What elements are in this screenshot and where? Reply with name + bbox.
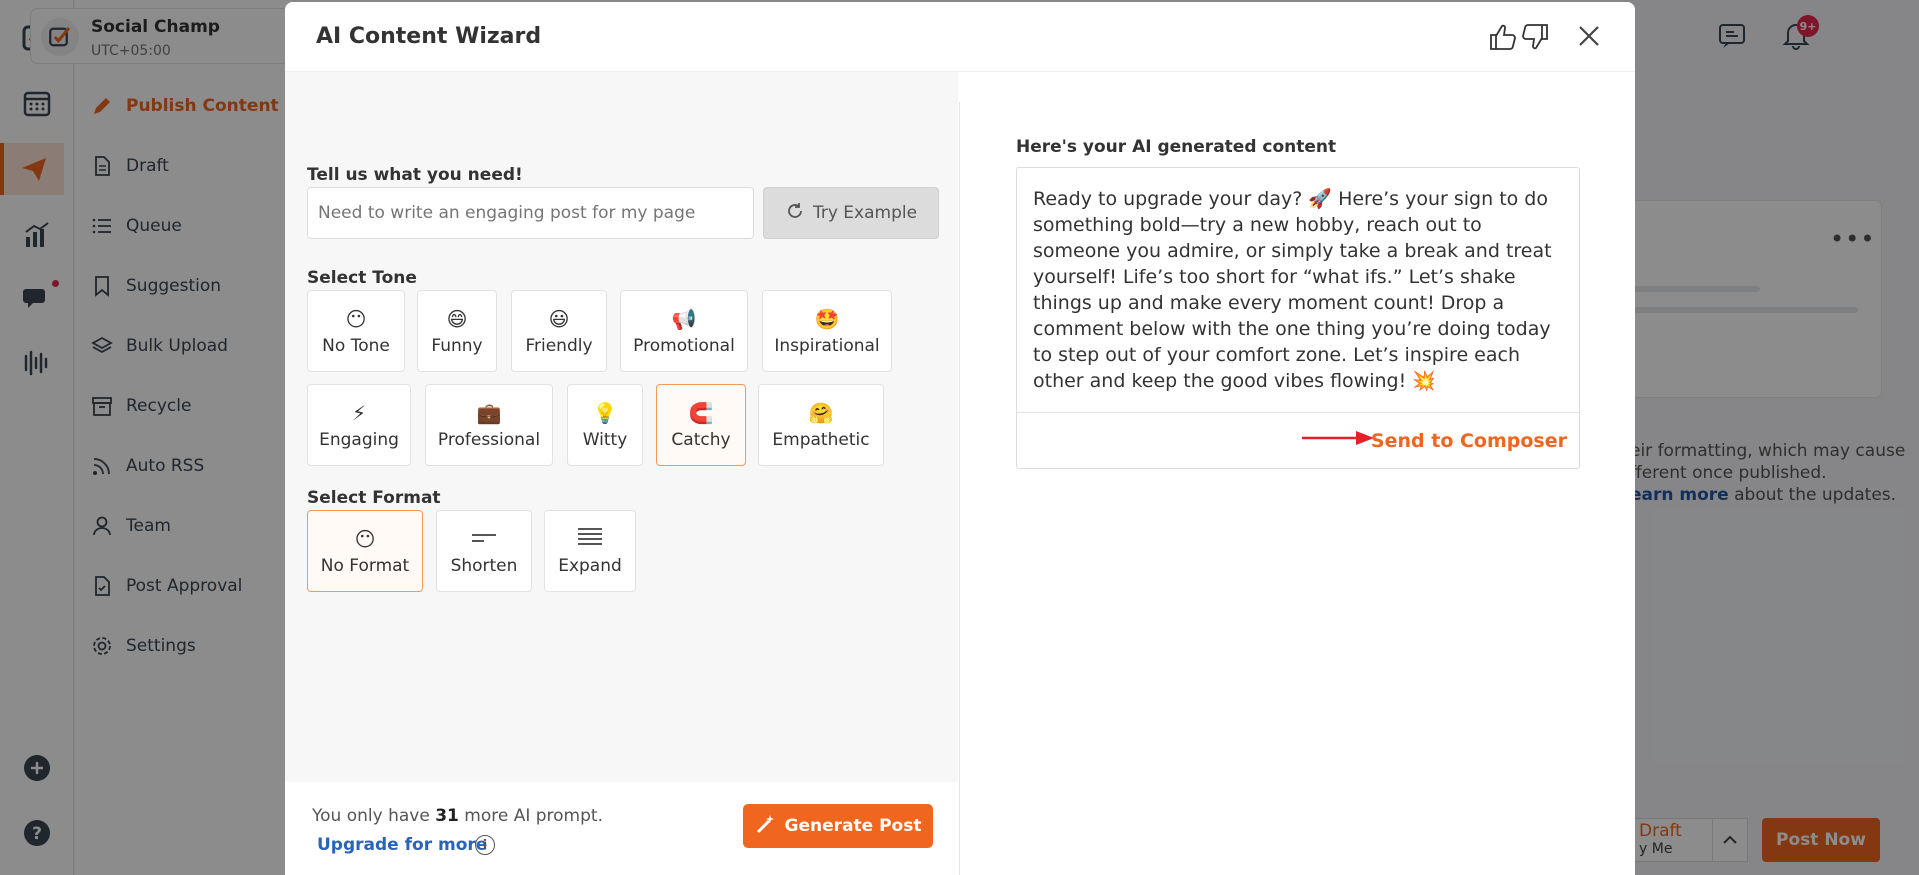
format-label-text: Shorten [450,556,518,576]
format-label-text: Expand [558,556,622,576]
tone-friendly[interactable]: 😃 Friendly [511,290,607,372]
try-example-label: Try Example [812,203,918,223]
tone-empathetic[interactable]: 🤗 Empathetic [758,384,884,466]
feedback-buttons [1488,22,1550,56]
generate-post-button[interactable]: Generate Post [743,804,933,848]
modal-title: AI Content Wizard [316,24,542,49]
lightning-icon: ⚡ [351,401,367,425]
format-label-text: No Format [320,556,410,576]
tone-label: Select Tone [307,268,417,288]
arrow-right-icon [1302,430,1374,450]
upgrade-link[interactable]: Upgrade for more [317,835,487,855]
tone-label-text: Empathetic [772,430,870,450]
tone-inspirational[interactable]: 🤩 Inspirational [762,290,892,372]
content-divider [1017,412,1579,413]
quota-count: 31 [435,806,459,826]
thumbs-up-icon[interactable] [1488,22,1518,56]
hug-emoji-icon: 🤗 [808,401,834,425]
close-icon[interactable] [1577,24,1605,52]
tone-no-tone[interactable]: 😶 No Tone [307,290,405,372]
no-format-icon: 😶 [354,527,376,551]
tone-funny[interactable]: 😄 Funny [417,290,497,372]
format-expand[interactable]: Expand [544,510,636,592]
ai-content-wizard-modal: AI Content Wizard Tell us what you need!… [285,2,1635,875]
expand-icon [576,526,604,552]
refresh-icon [785,201,805,226]
prompt-input[interactable] [307,187,754,239]
funny-emoji-icon: 😄 [446,307,468,331]
megaphone-icon: 📢 [671,307,697,331]
generate-label: Generate Post [784,816,922,836]
quota-suffix: more AI prompt. [458,806,603,826]
format-label: Select Format [307,488,441,508]
need-label: Tell us what you need! [307,165,523,185]
tone-catchy[interactable]: 🧲 Catchy [656,384,746,466]
tone-professional[interactable]: 💼 Professional [425,384,553,466]
magnet-icon: 🧲 [688,401,714,425]
no-tone-emoji-icon: 😶 [345,307,367,331]
tone-label-text: Catchy [671,430,731,450]
magic-wand-icon [755,813,777,840]
briefcase-icon: 💼 [476,401,502,425]
prompt-quota: You only have 31 more AI prompt. [312,806,603,826]
tone-label-text: Promotional [633,336,735,356]
modal-header: AI Content Wizard [285,2,1635,72]
try-example-button[interactable]: Try Example [763,187,939,239]
tone-label-text: Funny [431,336,483,356]
friendly-emoji-icon: 😃 [548,307,570,331]
star-eyes-emoji-icon: 🤩 [814,307,840,331]
tone-label-text: Witty [582,430,628,450]
info-icon[interactable]: i [475,835,495,855]
generated-content-box[interactable]: Ready to upgrade your day? 🚀 Here’s your… [1016,167,1580,469]
tone-label-text: Friendly [525,336,593,356]
tone-promotional[interactable]: 📢 Promotional [620,290,748,372]
thumbs-down-icon[interactable] [1520,22,1550,56]
tone-engaging[interactable]: ⚡ Engaging [307,384,411,466]
result-label: Here's your AI generated content [1016,137,1337,157]
tone-label-text: Professional [437,430,541,450]
lightbulb-icon: 💡 [592,401,618,425]
shorten-icon [470,526,498,552]
generated-content-text[interactable]: Ready to upgrade your day? 🚀 Here’s your… [1033,186,1568,394]
quota-prefix: You only have [312,806,436,826]
tone-label-text: No Tone [322,336,390,356]
panel-divider [959,102,960,875]
tone-label-text: Inspirational [774,336,880,356]
format-shorten[interactable]: Shorten [436,510,532,592]
tone-label-text: Engaging [319,430,399,450]
format-no-format[interactable]: 😶 No Format [307,510,423,592]
modal-footer: You only have 31 more AI prompt. Upgrade… [285,782,958,875]
tone-witty[interactable]: 💡 Witty [567,384,643,466]
send-to-composer-button[interactable]: Send to Composer [1371,430,1567,452]
